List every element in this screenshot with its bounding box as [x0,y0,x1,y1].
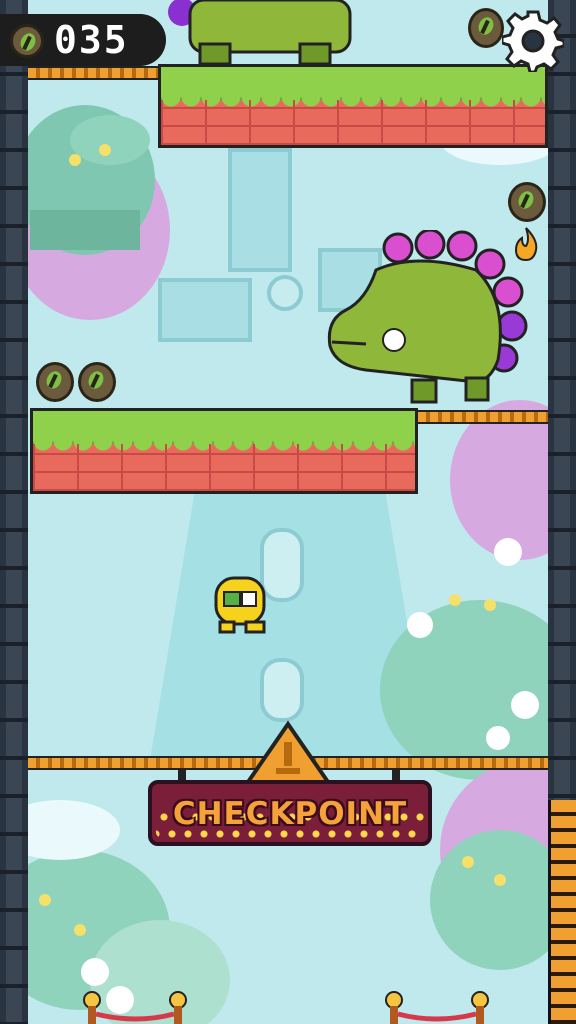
coin-pickup [508,182,546,222]
rail-top-left [28,66,158,80]
left-wall [0,0,28,1024]
score-counter: 035 [0,14,166,66]
progress-gauge [548,800,576,1024]
warning-triangle-icon [244,720,332,784]
gear-icon[interactable] [502,10,564,72]
coin-pickup [468,8,504,48]
coin-pickup [78,362,116,402]
dino-enemy-top [168,0,352,64]
coin-pickup [36,362,74,402]
player-chick [214,576,266,634]
platform-top [158,64,548,148]
fire-powerup-icon [514,227,538,262]
rail-middle-right [418,410,548,424]
game-stage[interactable]: CHECKPOINT 035 [0,0,576,1024]
checkpoint-label: CHECKPOINT [172,796,408,832]
platform-middle [30,408,418,494]
score-value: 035 [54,18,129,62]
coin-icon [10,24,44,58]
background-scenery [0,105,576,1024]
dino-enemy-purple-spikes [327,230,528,404]
checkpoint-sign: CHECKPOINT [148,780,432,846]
bottom-rope-posts [83,991,489,1024]
